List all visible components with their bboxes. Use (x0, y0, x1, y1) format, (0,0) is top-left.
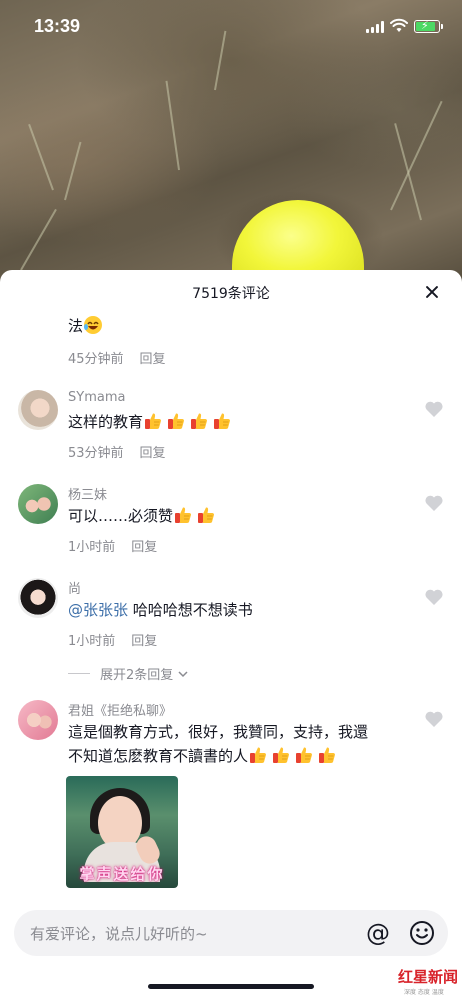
like-heart-icon[interactable] (424, 400, 444, 418)
chevron-down-icon (178, 670, 188, 677)
comment-text: @张张张 哈哈哈想不想读书 (68, 598, 418, 622)
comment-text-content: 可以……必须赞 (68, 507, 174, 525)
watermark-tagline: 深度 态度 温度 (404, 989, 444, 996)
watermark-brand: 红星新闻 (398, 968, 459, 986)
home-indicator (148, 984, 314, 989)
avatar[interactable] (18, 390, 58, 430)
comment-text: 這是個教育方式，很好，我贊同，支持，我還 不知道怎麽教育不讀書的人 (68, 720, 438, 768)
battery-charging-icon: ⚡ (414, 19, 443, 33)
comment-username[interactable]: 君姐《拒绝私聊》 (68, 700, 172, 719)
applause-sticker-image[interactable]: 掌声送给你 (66, 776, 178, 888)
thumbs-up-emoji-icon (168, 413, 184, 429)
mention-at-button[interactable]: @ (364, 919, 392, 947)
comment-time: 1小时前 (68, 634, 116, 649)
thumbs-up-emoji-icon (273, 747, 289, 763)
sticker-caption: 掌声送给你 (79, 865, 165, 883)
comment-time: 45分钟前 (68, 352, 124, 367)
comment-text-content: 这样的教育 (68, 413, 144, 431)
comment-text-line1: 這是個教育方式，很好，我贊同，支持，我還 (68, 723, 369, 741)
comment-text: 这样的教育 (68, 410, 418, 434)
comment-username[interactable]: 杨三妹 (68, 484, 107, 503)
comment-count-title: 7519条评论 (192, 286, 270, 302)
comment-text: 可以……必须赞 (68, 504, 418, 528)
close-button[interactable] (420, 280, 444, 304)
sheet-header: 7519条评论 (0, 270, 462, 314)
comment-meta: 1小时前 回复 (68, 630, 157, 649)
like-heart-icon[interactable] (424, 588, 444, 606)
thumbs-up-emoji-icon (250, 747, 266, 763)
like-heart-icon[interactable] (424, 494, 444, 512)
thumbs-up-emoji-icon (296, 747, 312, 763)
comment-sheet: 7519条评论 法 45分钟前回复 SYmama 这样的教育 53分钟前回复 (0, 270, 462, 1000)
comment-username[interactable]: SYmama (68, 390, 125, 405)
thumbs-up-emoji-group (143, 413, 235, 431)
status-time: 13:39 (34, 16, 81, 36)
avatar[interactable] (18, 700, 58, 740)
laughing-emoji-icon (84, 316, 103, 334)
thumbs-up-emoji-icon (175, 507, 191, 523)
thumbs-up-emoji-icon (191, 413, 207, 429)
comment-text-content: 哈哈哈想不想读书 (128, 601, 253, 619)
reply-button[interactable]: 回复 (140, 352, 166, 367)
thumbs-up-emoji-icon (198, 507, 214, 523)
comment-text-line2: 不知道怎麽教育不讀書的人 (68, 747, 249, 765)
user-mention-link[interactable]: @张张张 (68, 601, 128, 619)
reply-button[interactable]: 回复 (140, 446, 166, 461)
expand-replies-button[interactable]: 展开2条回复 (68, 664, 189, 683)
avatar[interactable] (18, 578, 58, 618)
comment-time: 53分钟前 (68, 446, 124, 461)
comment-username[interactable]: 尚 (68, 578, 81, 597)
comment-text-content: 法 (68, 317, 84, 335)
comment-input-bar[interactable]: 有爱评论，说点儿好听的~ @ (14, 910, 448, 956)
comment-meta: 53分钟前 回复 (68, 442, 166, 461)
comment-text-line2-wrap: 不知道怎麽教育不讀書的人 (68, 744, 438, 768)
reply-button[interactable]: 回复 (131, 634, 157, 649)
avatar[interactable] (18, 484, 58, 524)
comment-text: 法 (68, 314, 418, 338)
thumbs-up-emoji-group (173, 507, 219, 525)
status-bar: 13:39 ⚡ (0, 0, 462, 54)
brand-watermark: 红星新闻 深度 态度 温度 (398, 966, 458, 996)
thumbs-up-emoji-icon (145, 413, 161, 429)
like-heart-icon[interactable] (424, 710, 444, 728)
comment-meta: 1小时前 回复 (68, 536, 157, 555)
wifi-icon (390, 18, 408, 32)
thumbs-up-emoji-icon (214, 413, 230, 429)
reply-button[interactable]: 回复 (131, 540, 157, 555)
comment-meta: 45分钟前 回复 (68, 348, 166, 367)
expand-replies-label: 展开2条回复 (100, 668, 174, 683)
comment-input-placeholder[interactable]: 有爱评论，说点儿好听的~ (30, 923, 208, 944)
comment-time: 1小时前 (68, 540, 116, 555)
thumbs-up-emoji-icon (319, 747, 335, 763)
thumbs-up-emoji-group (248, 747, 340, 765)
cellular-signal-icon (366, 21, 384, 33)
divider-line (68, 673, 90, 674)
emoji-picker-icon[interactable] (408, 919, 436, 947)
